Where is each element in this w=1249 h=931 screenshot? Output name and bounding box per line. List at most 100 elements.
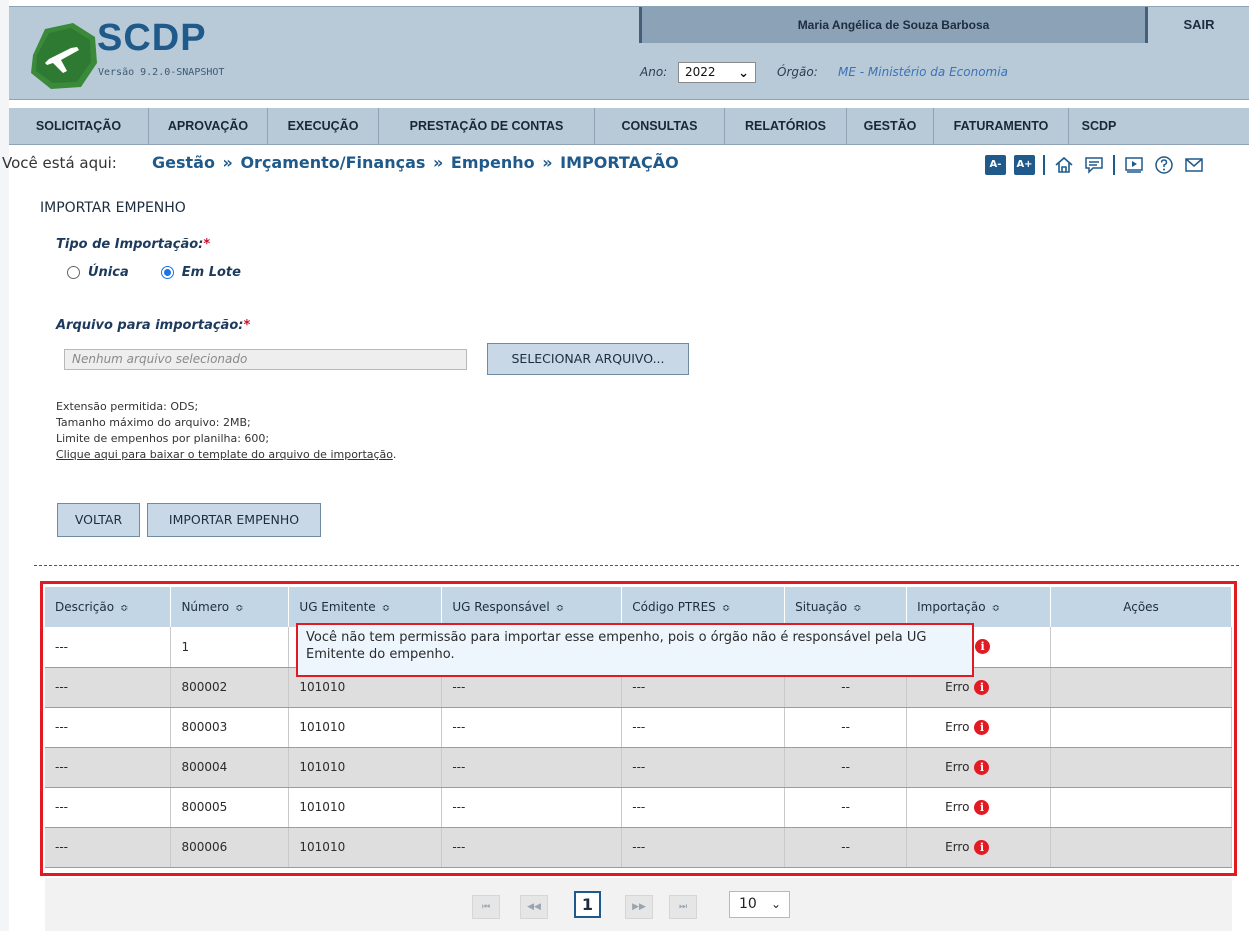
col-header-ug-responsavel[interactable]: UG Responsável ≎ — [441, 587, 623, 627]
cell-situacao: -- — [784, 747, 908, 788]
cell-ug-responsavel: --- — [441, 787, 623, 828]
menu-item-aprovacao[interactable]: APROVAÇÃO — [149, 108, 268, 145]
breadcrumb-item-orcamento[interactable]: Orçamento/Finanças — [240, 153, 425, 172]
breadcrumb-item-empenho[interactable]: Empenho — [451, 153, 535, 172]
cell-ptres: --- — [621, 787, 786, 828]
page-size-select[interactable]: 10 ⌄ — [729, 891, 790, 918]
menu-item-execucao[interactable]: EXECUÇÃO — [268, 108, 379, 145]
table-row: --- 800006 101010 --- --- -- Erro i — [45, 827, 1232, 868]
home-icon[interactable] — [1053, 154, 1075, 176]
col-header-label: Situação — [795, 600, 848, 614]
menu-item-faturamento[interactable]: FATURAMENTO — [934, 108, 1069, 145]
col-header-acoes: Ações — [1050, 587, 1232, 627]
radio-unica-label[interactable]: Única — [88, 265, 129, 280]
error-info-icon[interactable]: i — [974, 839, 990, 855]
cell-acoes — [1050, 747, 1232, 788]
menu-item-solicitacao[interactable]: SOLICITAÇÃO — [9, 108, 149, 145]
font-decrease-button[interactable]: A- — [985, 155, 1006, 175]
info-limit: Limite de empenhos por planilha: 600; — [56, 432, 270, 445]
template-download-link[interactable]: Clique aqui para baixar o template do ar… — [56, 448, 393, 461]
breadcrumb-item-gestao[interactable]: Gestão — [152, 153, 215, 172]
font-increase-button[interactable]: A+ — [1014, 155, 1035, 175]
logout-button[interactable]: SAIR — [1149, 7, 1249, 43]
pagination: ⏮ ◀◀ 1 ▶▶ ⏭ 10 ⌄ — [45, 878, 1232, 931]
sort-icon[interactable]: ≎ — [992, 603, 1000, 614]
accessibility-toolbar: A- A+ — [985, 153, 1205, 177]
menu-item-consultas[interactable]: CONSULTAS — [595, 108, 725, 145]
sort-icon[interactable]: ≎ — [853, 603, 861, 614]
cell-ug-responsavel: --- — [441, 747, 623, 788]
col-header-importacao[interactable]: Importação ≎ — [906, 587, 1052, 627]
cell-descricao: --- — [45, 787, 172, 828]
cell-ptres: --- — [621, 707, 786, 748]
next-page-button[interactable]: ▶▶ — [625, 895, 653, 919]
ano-select-value: 2022 — [685, 65, 716, 79]
breadcrumb-item-importacao: IMPORTAÇÃO — [560, 153, 679, 172]
breadcrumb-prefix: Você está aqui: — [2, 154, 117, 172]
import-status: Erro — [945, 760, 970, 774]
col-header-label: Descrição — [55, 600, 115, 614]
cell-numero: 800003 — [170, 707, 290, 748]
error-info-icon[interactable]: i — [974, 719, 990, 735]
video-icon[interactable] — [1123, 154, 1145, 176]
col-header-numero[interactable]: Número ≎ — [170, 587, 290, 627]
col-header-descricao[interactable]: Descrição ≎ — [45, 587, 172, 627]
col-header-codigo-ptres[interactable]: Código PTRES ≎ — [621, 587, 786, 627]
cell-ptres: --- — [621, 747, 786, 788]
cell-numero: 800005 — [170, 787, 290, 828]
sort-icon[interactable]: ≎ — [120, 603, 128, 614]
radio-em-lote[interactable] — [160, 266, 174, 279]
left-gutter — [0, 0, 9, 931]
menu-item-scdp[interactable]: SCDP — [1069, 108, 1129, 145]
error-info-icon[interactable]: i — [974, 759, 990, 775]
file-name-field[interactable]: Nenhum arquivo selecionado — [64, 349, 467, 370]
error-info-icon[interactable]: i — [974, 679, 990, 695]
menu-item-prestacao-de-contas[interactable]: PRESTAÇÃO DE CONTAS — [379, 108, 595, 145]
cell-situacao: -- — [784, 787, 908, 828]
col-header-label: UG Responsável — [452, 600, 550, 614]
radio-unica[interactable] — [67, 266, 80, 279]
col-header-label: Importação — [917, 600, 986, 614]
menu-item-gestao[interactable]: GESTÃO — [847, 108, 934, 145]
sort-icon[interactable]: ≎ — [722, 603, 730, 614]
sort-icon[interactable]: ≎ — [382, 603, 390, 614]
cell-descricao: --- — [45, 747, 172, 788]
first-page-button[interactable]: ⏮ — [472, 895, 500, 919]
orgao-value[interactable]: ME - Ministério da Economia — [838, 65, 1008, 79]
help-icon[interactable] — [1153, 154, 1175, 176]
cell-ug-emitente: 101010 — [288, 827, 443, 868]
file-requirements: Extensão permitida: ODS; Tamanho máximo … — [56, 399, 396, 463]
ano-label: Ano: — [640, 65, 668, 79]
prev-page-button[interactable]: ◀◀ — [520, 895, 548, 919]
col-header-label: Código PTRES — [632, 600, 716, 614]
col-header-ug-emitente[interactable]: UG Emitente ≎ — [288, 587, 443, 627]
mail-icon[interactable] — [1183, 154, 1205, 176]
radio-em-lote-label[interactable]: Em Lote — [182, 265, 241, 280]
import-button[interactable]: IMPORTAR EMPENHO — [147, 503, 321, 537]
current-page[interactable]: 1 — [574, 891, 601, 918]
sort-icon[interactable]: ≎ — [556, 603, 564, 614]
info-max-size: Tamanho máximo do arquivo: 2MB; — [56, 416, 251, 429]
last-page-button[interactable]: ⏭ — [669, 895, 697, 919]
col-header-situacao[interactable]: Situação ≎ — [784, 587, 908, 627]
tipo-importacao-label-text: Tipo de Importação: — [56, 237, 204, 252]
cell-acoes — [1050, 667, 1232, 708]
cell-importacao: Erro i — [906, 747, 1052, 788]
error-tooltip: Você não tem permissão para importar ess… — [296, 623, 974, 677]
breadcrumb-separator-icon: » — [542, 153, 553, 172]
cell-acoes — [1050, 627, 1232, 668]
col-header-label: Número — [181, 600, 230, 614]
import-status: Erro — [945, 720, 970, 734]
cell-descricao: --- — [45, 627, 172, 668]
chevron-down-icon: ⌄ — [770, 897, 781, 911]
chat-icon[interactable] — [1083, 154, 1105, 176]
error-info-icon[interactable]: i — [975, 639, 991, 655]
select-file-button[interactable]: SELECIONAR ARQUIVO... — [487, 343, 689, 375]
ano-select[interactable]: 2022 ⌄ — [678, 62, 756, 83]
cell-ug-emitente: 101010 — [288, 787, 443, 828]
menu-item-relatorios[interactable]: RELATÓRIOS — [725, 108, 847, 145]
back-button[interactable]: VOLTAR — [57, 503, 140, 537]
error-info-icon[interactable]: i — [974, 799, 990, 815]
cell-numero: 1 — [170, 627, 290, 668]
sort-icon[interactable]: ≎ — [235, 603, 243, 614]
